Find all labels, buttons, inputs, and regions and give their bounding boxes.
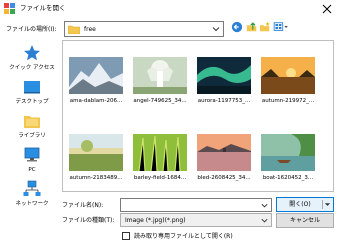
- open-button-label: 開く(O): [289, 201, 311, 208]
- close-icon: [322, 4, 332, 14]
- up-folder-icon: [246, 22, 257, 32]
- new-folder-icon: [259, 21, 270, 32]
- title-bar: ファイルを開く: [0, 0, 340, 18]
- file-thumbnail: [133, 57, 187, 94]
- place-desktop[interactable]: デスクトップ: [6, 76, 58, 112]
- file-name: autumn-2183489...: [69, 175, 123, 181]
- readonly-label: 読み取り専用ファイルとして開く(R): [134, 232, 233, 240]
- location-label: ファイルの場所(I):: [6, 26, 57, 33]
- place-label: ライブラリ: [18, 133, 46, 139]
- cancel-button[interactable]: キャンセル: [276, 213, 334, 228]
- cancel-button-label: キャンセル: [289, 217, 320, 224]
- back-icon: [231, 21, 243, 33]
- file-name: bled-2608425_34...: [197, 175, 251, 181]
- file-thumbnail: [69, 134, 123, 171]
- place-label: クイック アクセス: [9, 65, 55, 71]
- network-icon: [23, 180, 41, 196]
- up-folder-button[interactable]: [245, 20, 259, 34]
- folder-icon: [68, 25, 80, 34]
- file-name: ama-dablam-206...: [69, 98, 123, 104]
- place-label: ネットワーク: [15, 201, 49, 207]
- chevron-down-icon: [212, 27, 220, 32]
- file-thumbnail: [261, 134, 315, 171]
- file-name: autumn-219972_...: [261, 98, 315, 104]
- place-library[interactable]: ライブラリ: [6, 110, 58, 146]
- file-name: barley-field-1684...: [133, 175, 187, 181]
- pc-icon: [24, 147, 40, 162]
- file-thumbnail: [133, 134, 187, 171]
- new-folder-button[interactable]: [258, 20, 272, 34]
- window-title: ファイルを開く: [20, 4, 66, 12]
- file-thumbnail: [261, 57, 315, 94]
- filetype-select[interactable]: Image (*.jpg)(*.png): [120, 213, 272, 227]
- chevron-down-icon[interactable]: [260, 201, 269, 210]
- place-pc[interactable]: PC: [6, 144, 58, 180]
- file-thumbnail: [197, 57, 251, 94]
- view-menu-button[interactable]: [272, 20, 290, 34]
- file-thumbnail: [69, 57, 123, 94]
- library-icon: [24, 116, 40, 128]
- place-label: デスクトップ: [15, 99, 49, 105]
- filetype-value: Image (*.jpg)(*.png): [125, 217, 186, 224]
- back-button[interactable]: [230, 20, 244, 34]
- places-bar: クイック アクセス デスクトップ ライブラリ PC ネットワーク: [6, 40, 58, 242]
- file-thumbnail: [197, 134, 251, 171]
- star-icon: [24, 45, 40, 61]
- place-network[interactable]: ネットワーク: [6, 178, 58, 214]
- file-name: aurora-1197753_...: [197, 98, 251, 104]
- file-list-view[interactable]: ama-dablam-206... angel-749625_34... aur…: [62, 40, 334, 192]
- place-label: PC: [28, 167, 36, 173]
- close-button[interactable]: [314, 0, 340, 18]
- filename-input[interactable]: [120, 198, 272, 212]
- open-button[interactable]: 開く(O): [276, 197, 334, 212]
- file-name: boat-1620452_3...: [262, 175, 314, 181]
- filename-label: ファイル名(N):: [62, 202, 104, 209]
- file-name: angel-749625_34...: [133, 98, 187, 104]
- split-divider: [322, 200, 323, 209]
- chevron-down-icon[interactable]: [324, 201, 331, 208]
- place-quick-access[interactable]: クイック アクセス: [6, 42, 58, 78]
- location-value: free: [84, 26, 96, 33]
- chevron-down-icon: [261, 218, 268, 223]
- app-icon: [4, 3, 16, 15]
- view-menu-icon: [273, 22, 288, 31]
- location-combo[interactable]: free: [64, 21, 224, 37]
- readonly-checkbox[interactable]: [122, 232, 130, 240]
- desktop-icon: [24, 81, 40, 94]
- readonly-option[interactable]: 読み取り専用ファイルとして開く(R): [122, 231, 233, 241]
- filetype-label: ファイルの種類(T):: [62, 217, 115, 224]
